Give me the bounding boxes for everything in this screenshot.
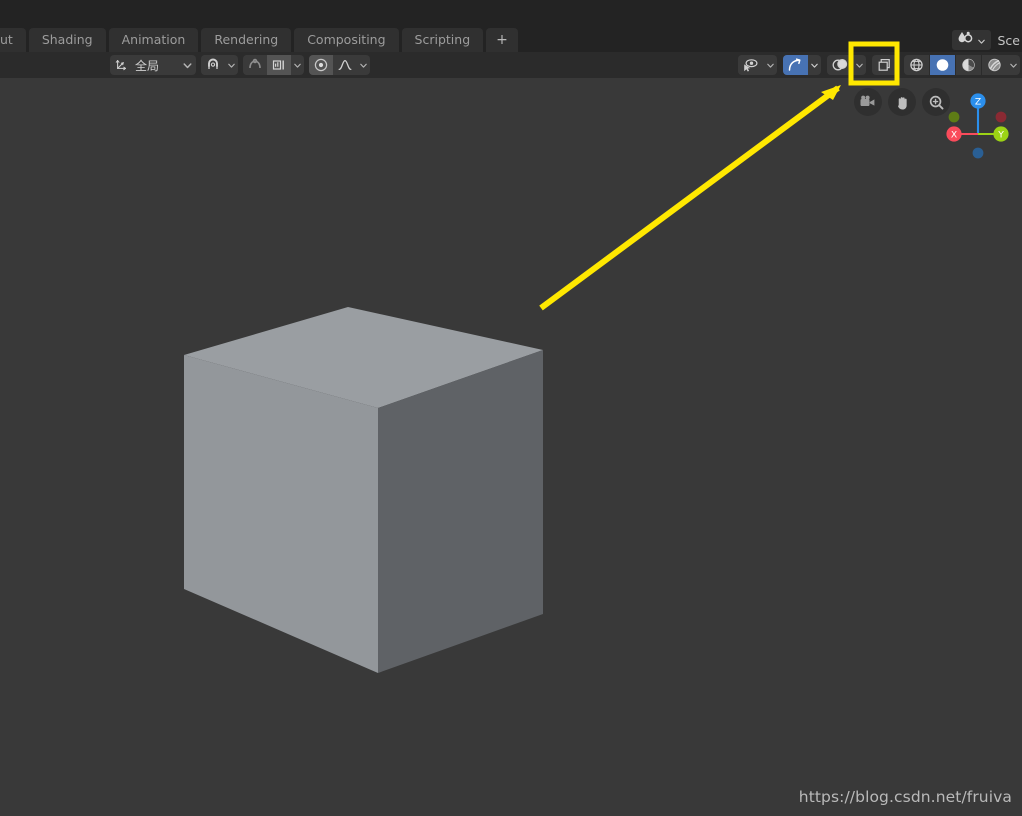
gizmo-chevron-down-icon[interactable]	[808, 60, 821, 70]
transform-orientation-chevron-down-icon	[182, 56, 193, 75]
blender-window: ut Shading Animation Rendering Compositi…	[0, 0, 1022, 816]
tab-bar-filler	[521, 28, 952, 52]
snap-magnet-chevron-down-icon[interactable]	[225, 60, 238, 70]
tab-layout-label: ut	[0, 32, 13, 47]
overlays-icon[interactable]	[827, 55, 853, 75]
tab-layout[interactable]: ut	[0, 28, 26, 52]
tab-rendering[interactable]: Rendering	[201, 28, 292, 52]
snap-magnet-toggle[interactable]	[201, 55, 225, 75]
scene-icon	[956, 30, 974, 50]
tab-scripting[interactable]: Scripting	[401, 28, 484, 52]
snap-target-group	[243, 55, 304, 75]
tab-animation-label: Animation	[121, 32, 186, 47]
header-right-group	[738, 52, 1020, 78]
view-axis-gizmo[interactable]: Z X Y	[934, 84, 1014, 164]
snap-increment-icon[interactable]	[267, 55, 291, 75]
workspace-tab-bar: ut Shading Animation Rendering Compositi…	[0, 26, 1022, 52]
shading-chevron-down-icon[interactable]	[1007, 60, 1020, 70]
tab-compositing-label: Compositing	[307, 32, 386, 47]
shading-mode-group	[904, 55, 1020, 75]
gizmo-axis-x-label: X	[951, 130, 957, 141]
snapping-group	[201, 55, 238, 75]
scene-dropdown-chevron-down-icon	[977, 31, 986, 50]
tab-shading-label: Shading	[41, 32, 93, 47]
viewport-header: 全局	[0, 52, 1022, 78]
tab-scripting-label: Scripting	[414, 32, 471, 47]
header-left-group: 全局	[110, 52, 370, 78]
window-top-strip	[0, 0, 1022, 26]
gizmo-icon[interactable]	[783, 55, 808, 75]
overlays-group	[827, 55, 866, 75]
gizmo-negative-x-dot	[995, 111, 1007, 123]
proportional-falloff-chevron-down-icon[interactable]	[357, 60, 370, 70]
nav-camera-view[interactable]	[854, 88, 882, 116]
transform-orientation-dropdown[interactable]: 全局	[110, 55, 196, 75]
overlays-chevron-down-icon[interactable]	[853, 60, 866, 70]
snap-target-chevron-down-icon[interactable]	[291, 60, 304, 70]
xray-toggle-icon[interactable]	[872, 55, 898, 75]
shading-solid[interactable]	[929, 55, 955, 75]
tab-add-label: +	[496, 32, 508, 48]
tab-animation[interactable]: Animation	[108, 28, 199, 52]
shading-wireframe[interactable]	[904, 55, 929, 75]
object-visibility-chevron-down-icon[interactable]	[764, 60, 777, 70]
watermark-text: https://blog.csdn.net/fruiva	[798, 788, 1012, 806]
transform-orientation-label: 全局	[135, 58, 160, 73]
object-visibility-icon[interactable]	[738, 55, 764, 75]
tab-shading[interactable]: Shading	[28, 28, 106, 52]
tab-add[interactable]: +	[486, 28, 518, 52]
object-visibility-group	[738, 55, 777, 75]
scene-browse-button[interactable]	[951, 30, 991, 50]
gizmo-group	[783, 55, 821, 75]
cube-object[interactable]	[0, 78, 1022, 816]
3d-viewport[interactable]: Z X Y https://blog.csdn.net/fruiva	[0, 78, 1022, 816]
scene-selector-block: Sce	[951, 29, 1021, 51]
snap-mode-toggle[interactable]	[243, 55, 267, 75]
gizmo-negative-y-dot	[948, 111, 960, 123]
scene-name-label[interactable]: Sce	[991, 33, 1021, 48]
nav-pan-view[interactable]	[888, 88, 916, 116]
xray-group	[872, 55, 898, 75]
proportional-editing-group	[309, 55, 370, 75]
tab-compositing[interactable]: Compositing	[294, 28, 399, 52]
gizmo-negative-z-dot	[972, 147, 984, 159]
proportional-edit-icon[interactable]	[309, 55, 333, 75]
smooth-falloff-icon[interactable]	[333, 55, 357, 75]
gizmo-axis-z-label: Z	[975, 97, 981, 108]
orientation-gizmo-icon	[115, 56, 129, 75]
shading-rendered[interactable]	[981, 55, 1007, 75]
gizmo-axis-y-label: Y	[997, 130, 1004, 141]
cube-face-front-left	[184, 355, 378, 673]
tab-rendering-label: Rendering	[214, 32, 279, 47]
shading-material[interactable]	[955, 55, 981, 75]
